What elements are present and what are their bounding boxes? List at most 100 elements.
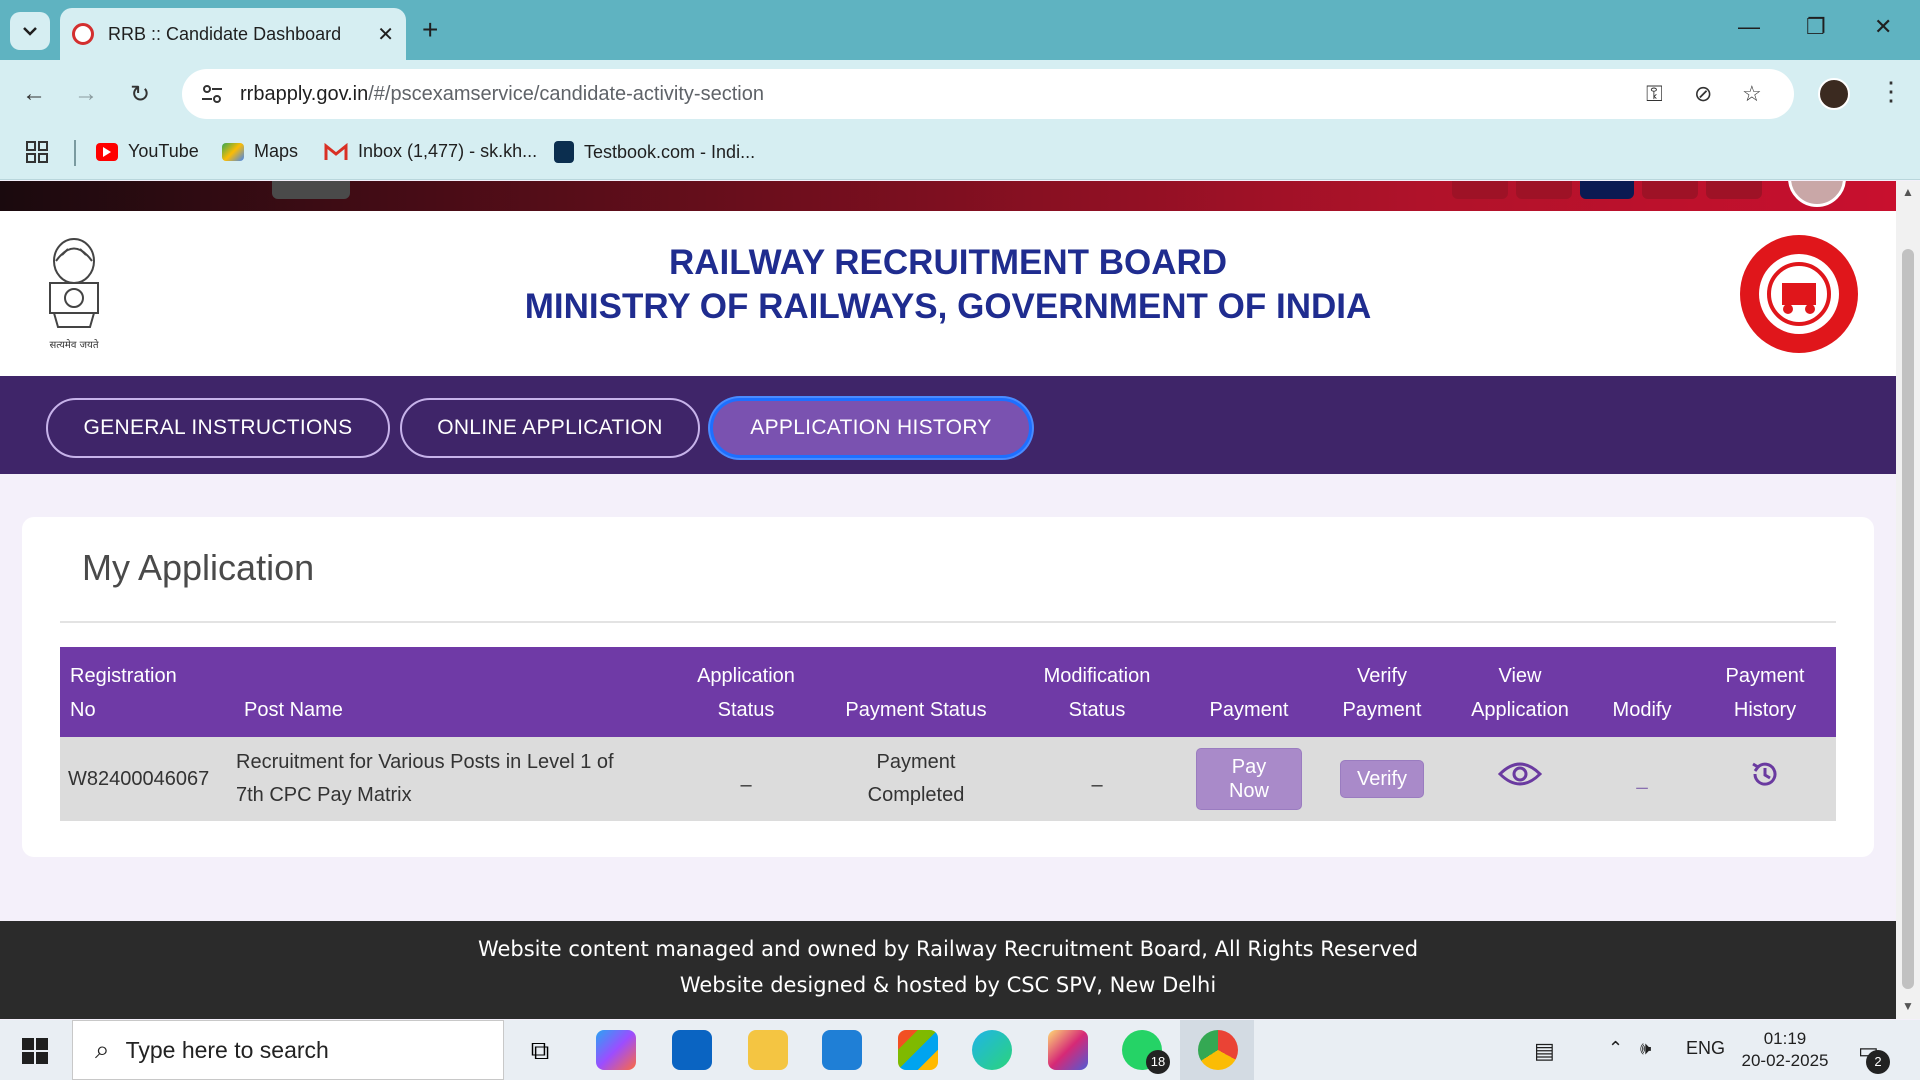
instagram-icon[interactable] [1048,1030,1088,1070]
tab-application-history[interactable]: APPLICATION HISTORY [710,398,1032,458]
search-icon: ⌕ [95,1034,110,1064]
user-avatar[interactable] [1788,181,1846,207]
browser-toolbar: ← → ↻ rrbapply.gov.in/#/pscexamservice/c… [0,60,1920,128]
star-icon[interactable]: ☆ [1742,81,1762,107]
bookmark-label: YouTube [128,141,199,161]
band-chip[interactable] [1706,181,1762,199]
band-chip[interactable] [1516,181,1572,199]
col-post-name: Post Name [224,647,670,737]
web-page: सत्यमेव जयते RAILWAY RECRUITMENT BOARD M… [0,181,1896,1019]
scroll-up-icon[interactable]: ▲ [1902,185,1914,199]
col-registration-no: Registration No [60,647,224,737]
bookmark-testbook[interactable]: Testbook.com - Indi... [554,141,755,163]
apps-grid-icon[interactable] [26,141,48,163]
col-application-status: Application Status [670,647,822,737]
table-row: W82400046067 Recruitment for Various Pos… [60,737,1836,821]
key-icon[interactable]: ⚿ [1646,81,1663,107]
indian-railways-logo [1738,233,1860,355]
history-icon[interactable] [1749,758,1781,801]
bookmark-gmail[interactable]: Inbox (1,477) - sk.kh... [324,141,537,162]
cell-payment-history [1694,737,1836,821]
tab-general-instructions[interactable]: GENERAL INSTRUCTIONS [46,398,390,458]
scroll-down-icon[interactable]: ▼ [1902,999,1914,1013]
edge-icon[interactable] [972,1030,1012,1070]
minimize-icon[interactable]: — [1738,14,1760,40]
eye-icon[interactable] [1497,760,1543,799]
tab-search-button[interactable] [10,12,50,50]
system-clock[interactable]: 01:19 20-02-2025 [1730,1028,1840,1072]
language-indicator[interactable]: ENG [1686,1038,1725,1059]
site-header: सत्यमेव जयते RAILWAY RECRUITMENT BOARD M… [0,211,1896,376]
vscode-icon[interactable] [822,1030,862,1070]
emblem-caption: सत्यमेव जयते [49,340,99,351]
tab-online-application[interactable]: ONLINE APPLICATION [400,398,700,458]
chrome-icon[interactable] [1198,1030,1238,1070]
youtube-icon [96,142,118,161]
forward-icon[interactable]: → [70,80,102,108]
address-bar[interactable]: rrbapply.gov.in/#/pscexamservice/candida… [182,69,1794,119]
task-view-icon[interactable]: ⧉ [520,1030,560,1070]
pay-now-button[interactable]: Pay Now [1196,748,1302,810]
windows-taskbar: ⌕ Type here to search ⧉ 18 ▤ ⌃ 🕪 ENG 01:… [0,1020,1920,1080]
band-chip[interactable] [1452,181,1508,199]
reload-icon[interactable]: ↻ [124,80,156,109]
windows-start-icon[interactable] [22,1038,48,1064]
scrollbar-thumb[interactable] [1902,249,1914,989]
back-icon[interactable]: ← [18,80,50,108]
restore-icon[interactable]: ❐ [1806,14,1826,40]
clock-date: 20-02-2025 [1741,1051,1829,1070]
band-chip[interactable] [1642,181,1698,199]
profile-avatar[interactable] [1818,78,1850,110]
top-gradient-band [0,181,1896,211]
cell-verify-payment: Verify [1314,737,1450,821]
show-hidden-icons[interactable]: ⌃ [1608,1038,1623,1059]
verify-payment-button[interactable]: Verify [1340,760,1424,798]
bookmark-label: Inbox (1,477) - sk.kh... [358,141,538,161]
card-divider [60,621,1836,623]
col-view-application: View Application [1450,647,1590,737]
site-settings-icon[interactable] [200,82,224,106]
news-widget-icon[interactable]: ▤ [1534,1038,1555,1064]
active-tab[interactable]: RRB :: Candidate Dashboard ✕ [60,8,406,60]
file-explorer-icon[interactable] [748,1030,788,1070]
footer-line2: Website designed & hosted by CSC SPV, Ne… [679,973,1217,997]
menu-kebab-icon[interactable]: ⋮ [1878,76,1904,107]
page-scrollbar[interactable]: ▲ ▼ [1896,181,1920,1019]
maps-icon [222,142,244,161]
header-title-line2: MINISTRY OF RAILWAYS, GOVERNMENT OF INDI… [524,287,1372,326]
bookmark-youtube[interactable]: YouTube [96,141,199,162]
main-nav: GENERAL INSTRUCTIONS ONLINE APPLICATION … [0,376,1896,474]
volume-icon[interactable]: 🕪 [1640,1038,1651,1059]
cell-view-application [1450,737,1590,821]
cell-post-name: Recruitment for Various Posts in Level 1… [224,737,670,821]
col-payment: Payment [1184,647,1314,737]
url-path: /#/pscexamservice/candidate-activity-sec… [368,82,764,105]
bookmark-maps[interactable]: Maps [222,141,298,162]
band-chip[interactable] [1580,181,1634,199]
bookmarks-bar: YouTube Maps Inbox (1,477) - sk.kh... Te… [0,128,1920,180]
url-host: rrbapply.gov.in [240,82,369,105]
band-chip [272,181,350,199]
application-table: Registration No Post Name Application Stat… [60,647,1836,821]
cell-payment-status: Payment Completed [822,737,1010,821]
cell-application-status: – [670,737,822,821]
col-payment-history: Payment History [1694,647,1836,737]
eye-off-icon[interactable]: ⊘ [1694,81,1712,107]
rrb-favicon-icon [72,23,94,45]
cell-modify: _ [1590,737,1694,821]
header-title-line1: RAILWAY RECRUITMENT BOARD [668,243,1228,282]
window-close-icon[interactable]: ✕ [1874,14,1892,40]
bookmark-label: Maps [254,141,299,161]
cell-modification-status: – [1010,737,1184,821]
taskbar-search-box[interactable]: ⌕ Type here to search [72,1020,504,1080]
new-tab-button[interactable]: + [422,14,438,46]
microsoft-store-icon[interactable] [898,1030,938,1070]
close-tab-icon[interactable]: ✕ [377,22,394,47]
testbook-icon [554,141,574,163]
outlook-icon[interactable] [672,1030,712,1070]
my-application-card: My Application Registration No Post Name … [22,517,1874,857]
copilot-icon[interactable] [596,1030,636,1070]
gmail-icon [324,142,348,161]
search-placeholder: Type here to search [125,1036,329,1063]
col-modify: Modify [1590,647,1694,737]
